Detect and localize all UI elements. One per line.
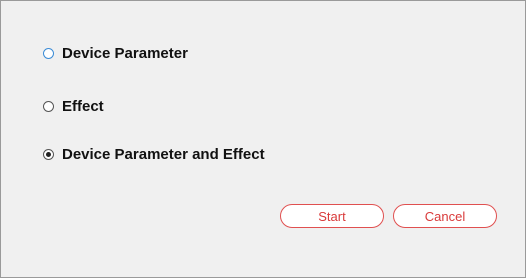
radio-label-device-parameter: Device Parameter [62,44,188,62]
radio-label-device-parameter-and-effect: Device Parameter and Effect [62,145,265,163]
radio-label-effect: Effect [62,97,104,115]
dialog-panel: Device Parameter Effect Device Parameter… [0,0,526,278]
radio-button-effect[interactable] [43,100,54,112]
start-button[interactable]: Start [280,204,384,228]
radio-button-device-parameter-and-effect[interactable] [43,148,54,160]
radio-option-device-parameter[interactable]: Device Parameter [43,43,188,63]
radio-option-effect[interactable]: Effect [43,96,104,116]
radio-button-device-parameter[interactable] [43,47,54,59]
radio-option-device-parameter-and-effect[interactable]: Device Parameter and Effect [43,144,265,164]
cancel-button[interactable]: Cancel [393,204,497,228]
